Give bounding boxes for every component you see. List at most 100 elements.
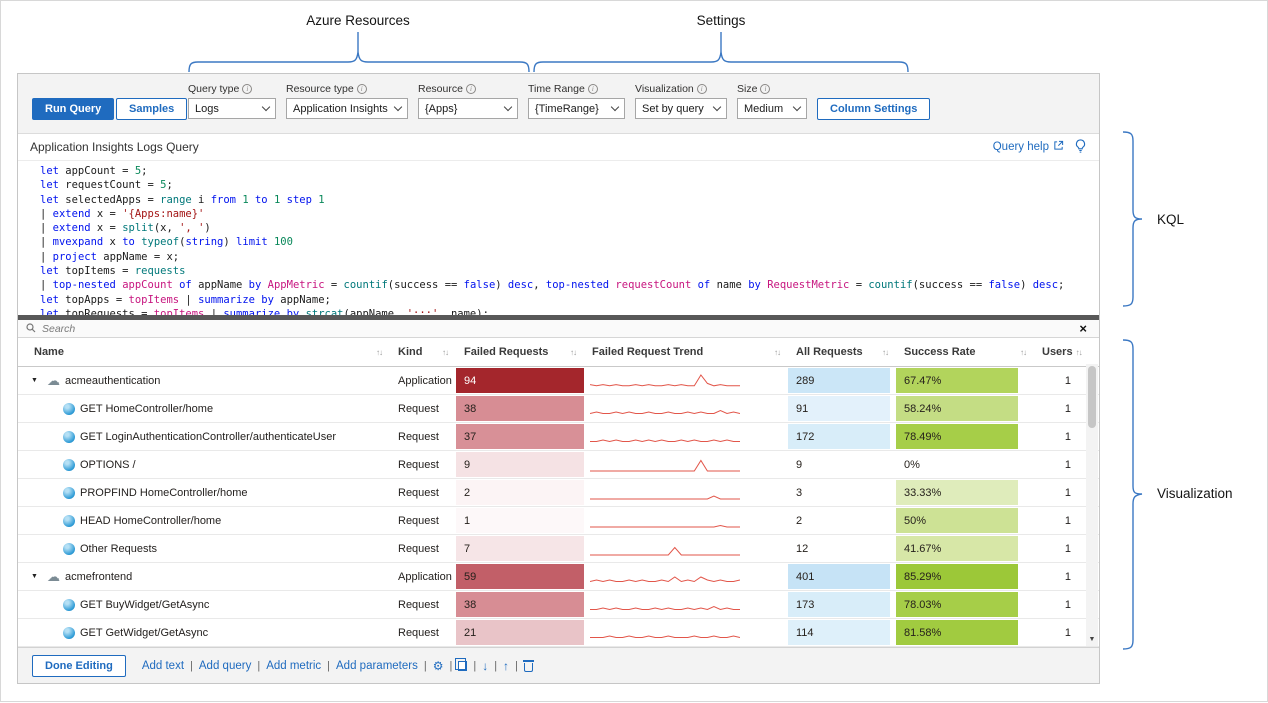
table-row[interactable]: ▼☁acmefrontendApplication5940185.29%1 xyxy=(18,563,1099,591)
field-label: Time Range xyxy=(528,83,625,95)
info-icon xyxy=(588,84,598,94)
table-row[interactable]: GET HomeController/homeRequest389158.24%… xyxy=(18,395,1099,423)
query-header: Application Insights Logs Query Query he… xyxy=(18,134,1099,161)
separator: | xyxy=(449,660,452,672)
column-header-failed-requests[interactable]: Failed Requests↑↓ xyxy=(456,338,584,366)
users-cell: 1 xyxy=(1034,507,1087,534)
field-query-type: Query typeLogs xyxy=(188,83,276,119)
move-up-icon[interactable]: ↑ xyxy=(503,660,509,672)
run-query-button[interactable]: Run Query xyxy=(32,98,114,120)
delete-icon[interactable] xyxy=(524,663,533,672)
column-settings-button[interactable]: Column Settings xyxy=(817,98,930,120)
scrollbar-thumb[interactable] xyxy=(1088,366,1096,428)
copy-icon[interactable] xyxy=(458,661,467,671)
success-rate-cell: 33.33% xyxy=(896,479,1034,506)
code-editor[interactable]: let appCount = 5;let requestCount = 5;le… xyxy=(18,161,1099,315)
name-label: GET HomeController/home xyxy=(80,403,213,415)
close-icon[interactable]: × xyxy=(1079,322,1091,335)
success-rate-cell: 81.58% xyxy=(896,619,1034,646)
failed-requests-cell: 38 xyxy=(456,395,584,422)
failed-requests-cell: 59 xyxy=(456,563,584,590)
separator: | xyxy=(473,660,476,672)
sort-icon[interactable]: ↑↓ xyxy=(570,348,576,357)
footer-link-add-text[interactable]: Add text xyxy=(142,660,184,672)
users-cell: 1 xyxy=(1034,451,1087,478)
table-header: Name↑↓Kind↑↓Failed Requests↑↓Failed Requ… xyxy=(18,338,1099,367)
footer-link-add-metric[interactable]: Add metric xyxy=(266,660,321,672)
column-header-users[interactable]: Users↑↓ xyxy=(1034,338,1087,366)
separator: | xyxy=(515,660,518,672)
all-requests-value: 401 xyxy=(788,564,890,589)
expander-icon[interactable]: ▼ xyxy=(31,573,42,580)
footer-links: Add text | Add query | Add metric | Add parame… xyxy=(142,660,533,672)
all-requests-value: 172 xyxy=(788,424,890,449)
scrollbar-down-icon[interactable]: ▼ xyxy=(1086,634,1098,646)
all-requests-cell: 2 xyxy=(788,507,896,534)
search-input[interactable] xyxy=(42,323,1073,335)
table-row[interactable]: Other RequestsRequest71241.67%1 xyxy=(18,535,1099,563)
annotation-azure-resources: Azure Resources xyxy=(306,13,410,28)
dropdown-visualization[interactable]: Set by query xyxy=(635,98,727,119)
sort-icon[interactable]: ↑↓ xyxy=(1076,348,1082,357)
name-cell: ▼☁acmefrontend xyxy=(18,563,390,590)
dropdown-resource[interactable]: {Apps} xyxy=(418,98,518,119)
column-header-failed-request-trend[interactable]: Failed Request Trend ↑↓ xyxy=(584,338,788,366)
expander-icon[interactable]: ▼ xyxy=(31,377,42,384)
name-cell: GET HomeController/home xyxy=(18,395,390,422)
failed-requests-cell: 2 xyxy=(456,479,584,506)
done-editing-button[interactable]: Done Editing xyxy=(32,655,126,677)
footer-link-add-query[interactable]: Add query xyxy=(199,660,251,672)
kind-cell: Request xyxy=(390,423,456,450)
dropdown-query-type[interactable]: Logs xyxy=(188,98,276,119)
name-cell: GET BuyWidget/GetAsync xyxy=(18,591,390,618)
annotation-settings: Settings xyxy=(697,13,746,28)
sort-icon[interactable]: ↑↓ xyxy=(442,348,448,357)
column-header-all-requests[interactable]: All Requests↑↓ xyxy=(788,338,896,366)
column-header-success-rate[interactable]: Success Rate↑↓ xyxy=(896,338,1034,366)
all-requests-cell: 173 xyxy=(788,591,896,618)
code-line: | extend x = '{Apps:name}' xyxy=(40,207,1099,221)
table-row[interactable]: OPTIONS /Request990%1 xyxy=(18,451,1099,479)
sort-icon[interactable]: ↑↓ xyxy=(882,348,888,357)
all-requests-value: 114 xyxy=(788,620,890,645)
kind-cell: Request xyxy=(390,479,456,506)
table-scrollbar[interactable]: ▼ xyxy=(1086,364,1098,646)
query-help-link[interactable]: Query help xyxy=(993,140,1064,154)
field-label: Resource xyxy=(418,83,518,95)
table-row[interactable]: PROPFIND HomeController/homeRequest2333.… xyxy=(18,479,1099,507)
toolbar-dropdowns: Query typeLogsResource typeApplication I… xyxy=(188,83,930,120)
info-icon xyxy=(242,84,252,94)
name-label: OPTIONS / xyxy=(80,459,136,471)
settings-icon[interactable]: ⚙ xyxy=(433,660,444,672)
success-rate-cell: 58.24% xyxy=(896,395,1034,422)
failed-request-trend-sparkline xyxy=(584,563,788,590)
all-requests-cell: 289 xyxy=(788,367,896,394)
kind-cell: Request xyxy=(390,451,456,478)
code-line: | extend x = split(x, ', ') xyxy=(40,221,1099,235)
table-row[interactable]: HEAD HomeController/homeRequest1250%1 xyxy=(18,507,1099,535)
sort-icon[interactable]: ↑↓ xyxy=(774,348,780,357)
column-header-name[interactable]: Name ↑↓ xyxy=(18,338,390,366)
column-header-kind[interactable]: Kind↑↓ xyxy=(390,338,456,366)
users-cell: 1 xyxy=(1034,619,1087,646)
dropdown-resource-type[interactable]: Application Insights xyxy=(286,98,408,119)
success-rate-value: 81.58% xyxy=(896,620,1018,645)
sort-icon[interactable]: ↑↓ xyxy=(376,348,382,357)
dropdown-size[interactable]: Medium xyxy=(737,98,807,119)
sort-icon[interactable]: ↑↓ xyxy=(1020,348,1026,357)
dropdown-time-range[interactable]: {TimeRange} xyxy=(528,98,625,119)
table-row[interactable]: ▼☁acmeauthenticationApplication9428967.4… xyxy=(18,367,1099,395)
success-rate-cell: 50% xyxy=(896,507,1034,534)
name-label: acmefrontend xyxy=(65,571,132,583)
table-row[interactable]: GET GetWidget/GetAsyncRequest2111481.58%… xyxy=(18,619,1099,647)
footer-link-add-parameters[interactable]: Add parameters xyxy=(336,660,418,672)
column-header-label: Name xyxy=(34,346,64,358)
column-header-label: Failed Request Trend xyxy=(592,346,703,358)
table-row[interactable]: GET LoginAuthenticationController/authen… xyxy=(18,423,1099,451)
samples-button[interactable]: Samples xyxy=(116,98,187,120)
feedback-lightbulb-icon[interactable] xyxy=(1074,139,1087,156)
footer-toolbar: Done Editing Add text | Add query | Add metr… xyxy=(18,647,1099,683)
table-row[interactable]: GET BuyWidget/GetAsyncRequest3817378.03%… xyxy=(18,591,1099,619)
move-down-icon[interactable]: ↓ xyxy=(482,660,488,672)
kind-cell: Application xyxy=(390,367,456,394)
